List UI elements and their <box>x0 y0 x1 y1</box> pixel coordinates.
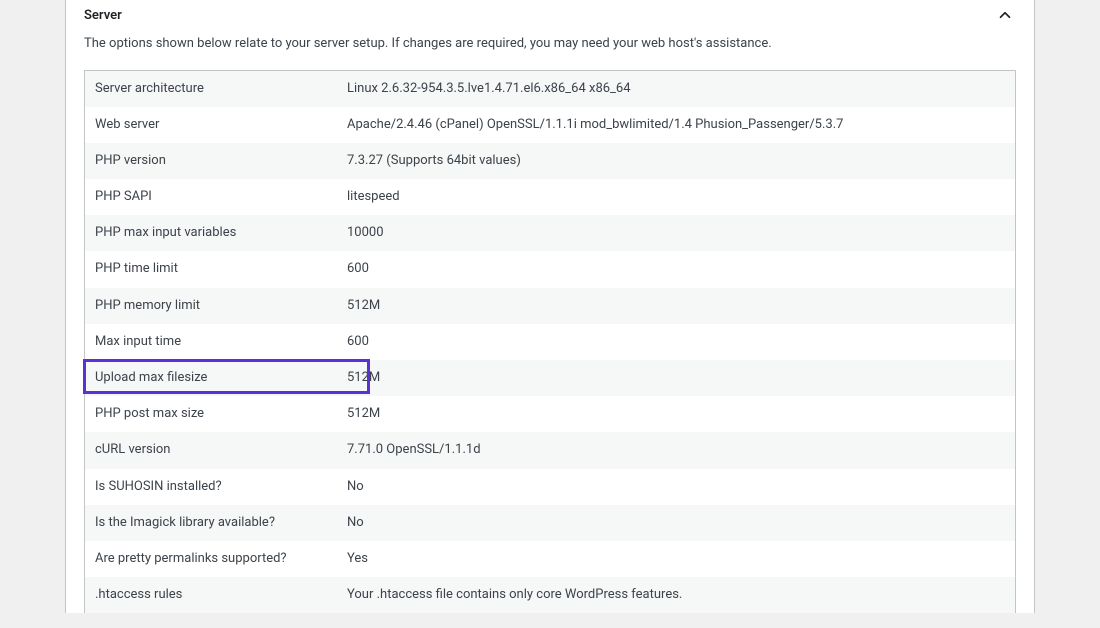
table-row: Web serverApache/2.4.46 (cPanel) OpenSSL… <box>85 107 1015 143</box>
row-value: Linux 2.6.32-954.3.5.lve1.4.71.el6.x86_6… <box>337 71 1015 107</box>
table-row: Server architectureLinux 2.6.32-954.3.5.… <box>85 71 1015 107</box>
row-label: Web server <box>85 107 337 143</box>
table-row: Upload max filesize512M <box>85 360 1015 396</box>
table-row: Is SUHOSIN installed?No <box>85 469 1015 505</box>
row-value: 7.3.27 (Supports 64bit values) <box>337 143 1015 179</box>
row-label: .htaccess rules <box>85 577 337 613</box>
row-label: PHP post max size <box>85 396 337 432</box>
table-row: PHP time limit600 <box>85 251 1015 287</box>
row-label: Upload max filesize <box>85 360 337 396</box>
section-title: Server <box>84 8 122 23</box>
row-label: Server architecture <box>85 71 337 107</box>
row-value: No <box>337 505 1015 541</box>
row-value: 512M <box>337 360 1015 396</box>
row-value: litespeed <box>337 179 1015 215</box>
row-label: PHP max input variables <box>85 215 337 251</box>
row-value: Yes <box>337 541 1015 577</box>
table-row: .htaccess rulesYour .htaccess file conta… <box>85 577 1015 613</box>
row-label: PHP time limit <box>85 251 337 287</box>
section-description: The options shown below relate to your s… <box>66 26 1034 70</box>
section-header[interactable]: Server <box>66 0 1034 26</box>
row-label: Is SUHOSIN installed? <box>85 469 337 505</box>
table-row: cURL version7.71.0 OpenSSL/1.1.1d <box>85 432 1015 468</box>
server-section-panel: Server The options shown below relate to… <box>65 0 1035 613</box>
row-value: Apache/2.4.46 (cPanel) OpenSSL/1.1.1i mo… <box>337 107 1015 143</box>
server-info-table: Server architectureLinux 2.6.32-954.3.5.… <box>85 71 1015 614</box>
row-value: 600 <box>337 324 1015 360</box>
row-value: 512M <box>337 288 1015 324</box>
table-row: PHP SAPIlitespeed <box>85 179 1015 215</box>
table-row: Are pretty permalinks supported?Yes <box>85 541 1015 577</box>
row-label: Is the Imagick library available? <box>85 505 337 541</box>
row-label: PHP memory limit <box>85 288 337 324</box>
row-value: 600 <box>337 251 1015 287</box>
row-label: Max input time <box>85 324 337 360</box>
row-value: 7.71.0 OpenSSL/1.1.1d <box>337 432 1015 468</box>
row-label: PHP SAPI <box>85 179 337 215</box>
row-value: No <box>337 469 1015 505</box>
row-value: Your .htaccess file contains only core W… <box>337 577 1015 613</box>
row-value: 512M <box>337 396 1015 432</box>
table-row: Max input time600 <box>85 324 1015 360</box>
row-label: cURL version <box>85 432 337 468</box>
table-row: Is the Imagick library available?No <box>85 505 1015 541</box>
table-row: PHP version7.3.27 (Supports 64bit values… <box>85 143 1015 179</box>
row-value: 10000 <box>337 215 1015 251</box>
table-row: PHP memory limit512M <box>85 288 1015 324</box>
row-label: PHP version <box>85 143 337 179</box>
server-info-table-container: Server architectureLinux 2.6.32-954.3.5.… <box>84 70 1016 614</box>
table-row: PHP max input variables10000 <box>85 215 1015 251</box>
row-label: Are pretty permalinks supported? <box>85 541 337 577</box>
chevron-up-icon[interactable] <box>994 4 1016 26</box>
table-row: PHP post max size512M <box>85 396 1015 432</box>
